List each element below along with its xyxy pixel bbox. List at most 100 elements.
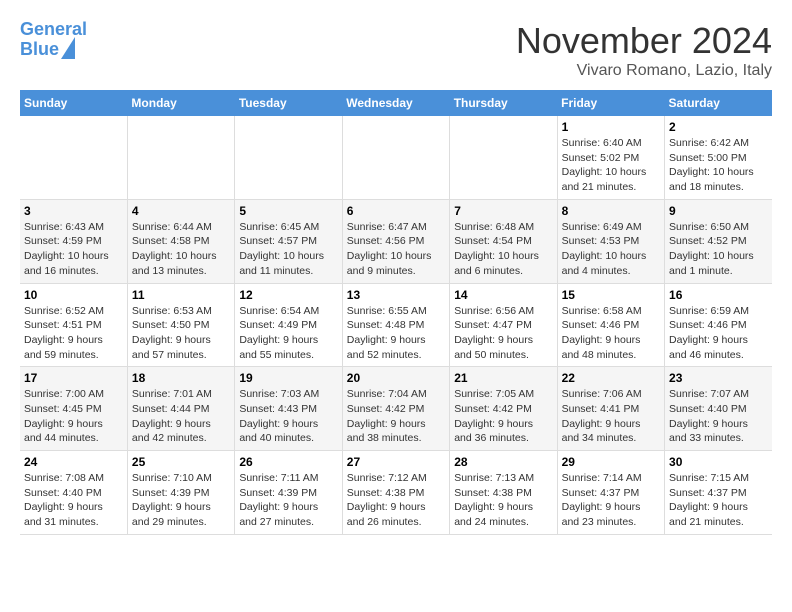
calendar-cell: 8 Sunrise: 6:49 AM Sunset: 4:53 PM Daylig… <box>557 199 664 283</box>
calendar-cell: 17Sunrise: 7:00 AM Sunset: 4:45 PM Dayli… <box>20 367 127 451</box>
calendar-cell: 1 Sunrise: 6:40 AM Sunset: 5:02 PM Daylig… <box>557 116 664 199</box>
logo-triangle-icon <box>61 37 75 59</box>
calendar-cell: 16Sunrise: 6:59 AM Sunset: 4:46 PM Dayli… <box>665 283 772 367</box>
day-number: 15 <box>562 288 660 302</box>
column-header-tuesday: Tuesday <box>235 90 342 116</box>
day-info: Sunrise: 6:54 AM Sunset: 4:49 PM Dayligh… <box>239 304 337 363</box>
calendar-header-row: SundayMondayTuesdayWednesdayThursdayFrid… <box>20 90 772 116</box>
day-number: 3 <box>24 204 123 218</box>
calendar-table: SundayMondayTuesdayWednesdayThursdayFrid… <box>20 90 772 535</box>
day-info: Sunrise: 6:56 AM Sunset: 4:47 PM Dayligh… <box>454 304 552 363</box>
calendar-cell: 22 Sunrise: 7:06 AM Sunset: 4:41 PM Dayli… <box>557 367 664 451</box>
calendar-cell: 19 Sunrise: 7:03 AM Sunset: 4:43 PM Dayli… <box>235 367 342 451</box>
day-number: 29 <box>562 455 660 469</box>
day-info: Sunrise: 7:13 AM Sunset: 4:38 PM Dayligh… <box>454 471 552 530</box>
calendar-week-row: 17Sunrise: 7:00 AM Sunset: 4:45 PM Dayli… <box>20 367 772 451</box>
day-number: 9 <box>669 204 768 218</box>
day-number: 16 <box>669 288 768 302</box>
day-number: 24 <box>24 455 123 469</box>
calendar-cell: 26 Sunrise: 7:11 AM Sunset: 4:39 PM Dayli… <box>235 451 342 535</box>
day-info: Sunrise: 7:05 AM Sunset: 4:42 PM Dayligh… <box>454 387 552 446</box>
column-header-sunday: Sunday <box>20 90 127 116</box>
day-info: Sunrise: 6:42 AM Sunset: 5:00 PM Dayligh… <box>669 136 768 195</box>
day-number: 13 <box>347 288 445 302</box>
day-number: 28 <box>454 455 552 469</box>
column-header-wednesday: Wednesday <box>342 90 449 116</box>
calendar-week-row: 1 Sunrise: 6:40 AM Sunset: 5:02 PM Daylig… <box>20 116 772 199</box>
day-info: Sunrise: 7:00 AM Sunset: 4:45 PM Dayligh… <box>24 387 123 446</box>
day-number: 2 <box>669 120 768 134</box>
day-info: Sunrise: 7:15 AM Sunset: 4:37 PM Dayligh… <box>669 471 768 530</box>
page-header: General Blue November 2024 Vivaro Romano… <box>20 20 772 80</box>
column-header-thursday: Thursday <box>450 90 557 116</box>
day-info: Sunrise: 7:10 AM Sunset: 4:39 PM Dayligh… <box>132 471 230 530</box>
day-info: Sunrise: 6:43 AM Sunset: 4:59 PM Dayligh… <box>24 220 123 279</box>
day-info: Sunrise: 7:07 AM Sunset: 4:40 PM Dayligh… <box>669 387 768 446</box>
day-number: 7 <box>454 204 552 218</box>
calendar-cell: 29Sunrise: 7:14 AM Sunset: 4:37 PM Dayli… <box>557 451 664 535</box>
calendar-week-row: 24Sunrise: 7:08 AM Sunset: 4:40 PM Dayli… <box>20 451 772 535</box>
calendar-cell: 6 Sunrise: 6:47 AM Sunset: 4:56 PM Daylig… <box>342 199 449 283</box>
day-info: Sunrise: 7:03 AM Sunset: 4:43 PM Dayligh… <box>239 387 337 446</box>
calendar-cell: 23 Sunrise: 7:07 AM Sunset: 4:40 PM Dayli… <box>665 367 772 451</box>
day-number: 6 <box>347 204 445 218</box>
calendar-cell: 9 Sunrise: 6:50 AM Sunset: 4:52 PM Daylig… <box>665 199 772 283</box>
calendar-cell: 14 Sunrise: 6:56 AM Sunset: 4:47 PM Dayli… <box>450 283 557 367</box>
day-info: Sunrise: 7:11 AM Sunset: 4:39 PM Dayligh… <box>239 471 337 530</box>
day-info: Sunrise: 7:06 AM Sunset: 4:41 PM Dayligh… <box>562 387 660 446</box>
day-number: 26 <box>239 455 337 469</box>
day-number: 18 <box>132 371 230 385</box>
day-info: Sunrise: 6:58 AM Sunset: 4:46 PM Dayligh… <box>562 304 660 363</box>
day-number: 22 <box>562 371 660 385</box>
day-number: 8 <box>562 204 660 218</box>
calendar-cell: 30Sunrise: 7:15 AM Sunset: 4:37 PM Dayli… <box>665 451 772 535</box>
calendar-week-row: 10 Sunrise: 6:52 AM Sunset: 4:51 PM Dayli… <box>20 283 772 367</box>
location: Vivaro Romano, Lazio, Italy <box>516 62 772 80</box>
calendar-cell: 4 Sunrise: 6:44 AM Sunset: 4:58 PM Daylig… <box>127 199 234 283</box>
day-number: 25 <box>132 455 230 469</box>
logo-blue: Blue <box>20 40 59 60</box>
calendar-cell: 10 Sunrise: 6:52 AM Sunset: 4:51 PM Dayli… <box>20 283 127 367</box>
day-number: 1 <box>562 120 660 134</box>
calendar-cell: 28 Sunrise: 7:13 AM Sunset: 4:38 PM Dayli… <box>450 451 557 535</box>
day-number: 20 <box>347 371 445 385</box>
day-number: 14 <box>454 288 552 302</box>
month-title: November 2024 <box>516 20 772 62</box>
day-info: Sunrise: 7:12 AM Sunset: 4:38 PM Dayligh… <box>347 471 445 530</box>
calendar-cell: 20 Sunrise: 7:04 AM Sunset: 4:42 PM Dayli… <box>342 367 449 451</box>
title-block: November 2024 Vivaro Romano, Lazio, Ital… <box>516 20 772 80</box>
day-info: Sunrise: 6:49 AM Sunset: 4:53 PM Dayligh… <box>562 220 660 279</box>
calendar-cell: 27 Sunrise: 7:12 AM Sunset: 4:38 PM Dayli… <box>342 451 449 535</box>
day-number: 5 <box>239 204 337 218</box>
day-info: Sunrise: 6:53 AM Sunset: 4:50 PM Dayligh… <box>132 304 230 363</box>
calendar-cell: 12 Sunrise: 6:54 AM Sunset: 4:49 PM Dayli… <box>235 283 342 367</box>
logo: General Blue <box>20 20 87 60</box>
day-number: 10 <box>24 288 123 302</box>
day-number: 19 <box>239 371 337 385</box>
column-header-friday: Friday <box>557 90 664 116</box>
day-number: 23 <box>669 371 768 385</box>
column-header-monday: Monday <box>127 90 234 116</box>
calendar-cell <box>127 116 234 199</box>
calendar-cell: 21 Sunrise: 7:05 AM Sunset: 4:42 PM Dayli… <box>450 367 557 451</box>
calendar-cell <box>450 116 557 199</box>
calendar-cell: 5Sunrise: 6:45 AM Sunset: 4:57 PM Daylig… <box>235 199 342 283</box>
day-number: 21 <box>454 371 552 385</box>
day-number: 11 <box>132 288 230 302</box>
column-header-saturday: Saturday <box>665 90 772 116</box>
calendar-cell: 7Sunrise: 6:48 AM Sunset: 4:54 PM Daylig… <box>450 199 557 283</box>
day-number: 4 <box>132 204 230 218</box>
day-number: 12 <box>239 288 337 302</box>
day-info: Sunrise: 7:04 AM Sunset: 4:42 PM Dayligh… <box>347 387 445 446</box>
calendar-week-row: 3 Sunrise: 6:43 AM Sunset: 4:59 PM Daylig… <box>20 199 772 283</box>
calendar-cell: 15 Sunrise: 6:58 AM Sunset: 4:46 PM Dayli… <box>557 283 664 367</box>
calendar-cell <box>235 116 342 199</box>
day-info: Sunrise: 6:52 AM Sunset: 4:51 PM Dayligh… <box>24 304 123 363</box>
day-info: Sunrise: 6:40 AM Sunset: 5:02 PM Dayligh… <box>562 136 660 195</box>
day-info: Sunrise: 6:50 AM Sunset: 4:52 PM Dayligh… <box>669 220 768 279</box>
calendar-cell: 25 Sunrise: 7:10 AM Sunset: 4:39 PM Dayli… <box>127 451 234 535</box>
day-info: Sunrise: 6:44 AM Sunset: 4:58 PM Dayligh… <box>132 220 230 279</box>
day-number: 27 <box>347 455 445 469</box>
calendar-cell: 24Sunrise: 7:08 AM Sunset: 4:40 PM Dayli… <box>20 451 127 535</box>
day-info: Sunrise: 6:47 AM Sunset: 4:56 PM Dayligh… <box>347 220 445 279</box>
